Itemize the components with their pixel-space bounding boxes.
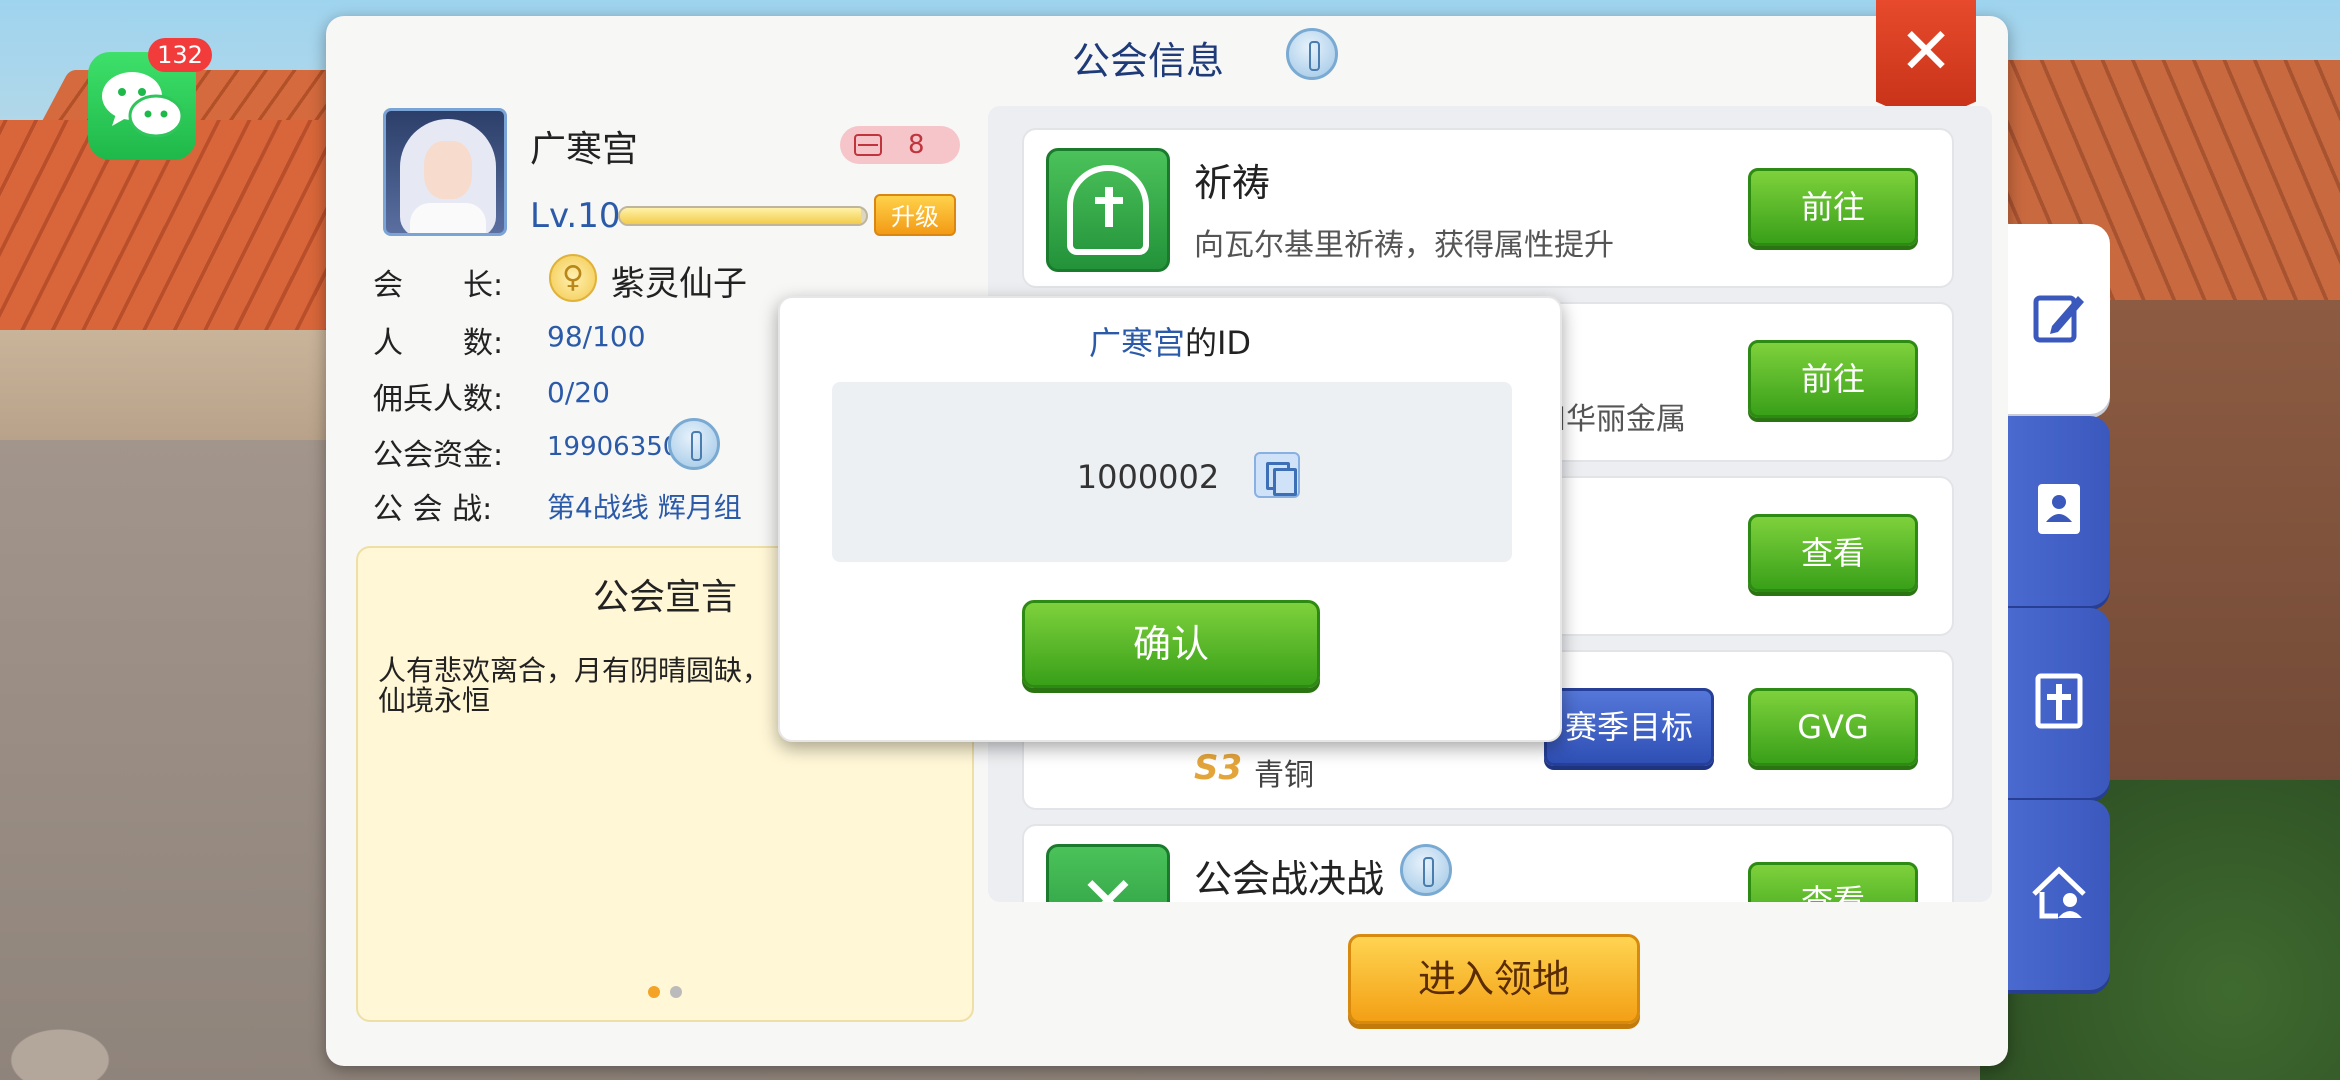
copy-icon[interactable]: [1254, 452, 1300, 498]
fund-row: 公会资金: 19906350: [373, 432, 680, 473]
tab-church[interactable]: [2008, 608, 2110, 798]
edit-icon: [2033, 295, 2084, 343]
guild-war-row: 公 会 战: 第4战线 辉月组: [373, 491, 742, 527]
fund-info-icon[interactable]: [668, 418, 720, 470]
list-item: ✕ 公会战决战 查看: [1022, 824, 1954, 902]
upgrade-button[interactable]: 升级: [874, 194, 956, 236]
crossed-swords-icon: ✕: [1046, 844, 1170, 902]
server-badge: 8: [840, 126, 960, 164]
view-button[interactable]: 查看: [1748, 514, 1918, 592]
tab-members[interactable]: [2008, 416, 2110, 606]
page-indicator: [648, 983, 692, 1002]
guild-name: 广寒宫: [530, 129, 639, 170]
dialog-title: 广寒宫的ID: [1088, 324, 1252, 362]
view-button[interactable]: 查看: [1748, 862, 1918, 902]
confirm-button[interactable]: 确认: [1022, 600, 1320, 688]
list-item: 祈祷 向瓦尔基里祈祷，获得属性提升 前往: [1022, 128, 1954, 288]
mercenary-row: 佣兵人数: 0/20: [373, 376, 610, 417]
server-icon: [854, 134, 882, 156]
go-button[interactable]: 前往: [1748, 168, 1918, 246]
rank-name: 青铜: [1254, 758, 1314, 793]
guild-level: Lv.10: [530, 196, 621, 236]
gvg-button[interactable]: GVG: [1748, 688, 1918, 766]
church-icon: [2035, 673, 2083, 729]
go-button[interactable]: 前往: [1748, 340, 1918, 418]
id-box: 1000002: [832, 382, 1512, 562]
guild-id-dialog: 广寒宫的ID 1000002 确认: [778, 296, 1562, 742]
female-icon: ♀: [549, 254, 597, 302]
leader-name[interactable]: 紫灵仙子: [611, 256, 747, 305]
tab-territory[interactable]: [2008, 800, 2110, 990]
season-goal-button[interactable]: 赛季目标: [1544, 688, 1714, 766]
rank-badge: S3: [1194, 748, 1243, 788]
contacts-icon: [2038, 484, 2080, 534]
guild-id-value: 1000002: [1076, 458, 1220, 496]
prayer-icon: [1046, 148, 1170, 272]
enter-territory-button[interactable]: 进入领地: [1348, 934, 1640, 1024]
tab-edit[interactable]: [2008, 224, 2110, 414]
close-icon: ✕: [1899, 15, 1953, 89]
member-row: 人 数: 98/100: [373, 320, 646, 361]
page-title: 公会信息: [1071, 39, 1224, 83]
guild-avatar: [383, 108, 507, 236]
home-icon: [2032, 866, 2086, 919]
info-icon[interactable]: [1286, 28, 1338, 80]
info-icon[interactable]: [1400, 844, 1452, 896]
leader-row: 会 长: ♀ 紫灵仙子: [373, 254, 747, 304]
level-progress-bar: [618, 206, 868, 226]
